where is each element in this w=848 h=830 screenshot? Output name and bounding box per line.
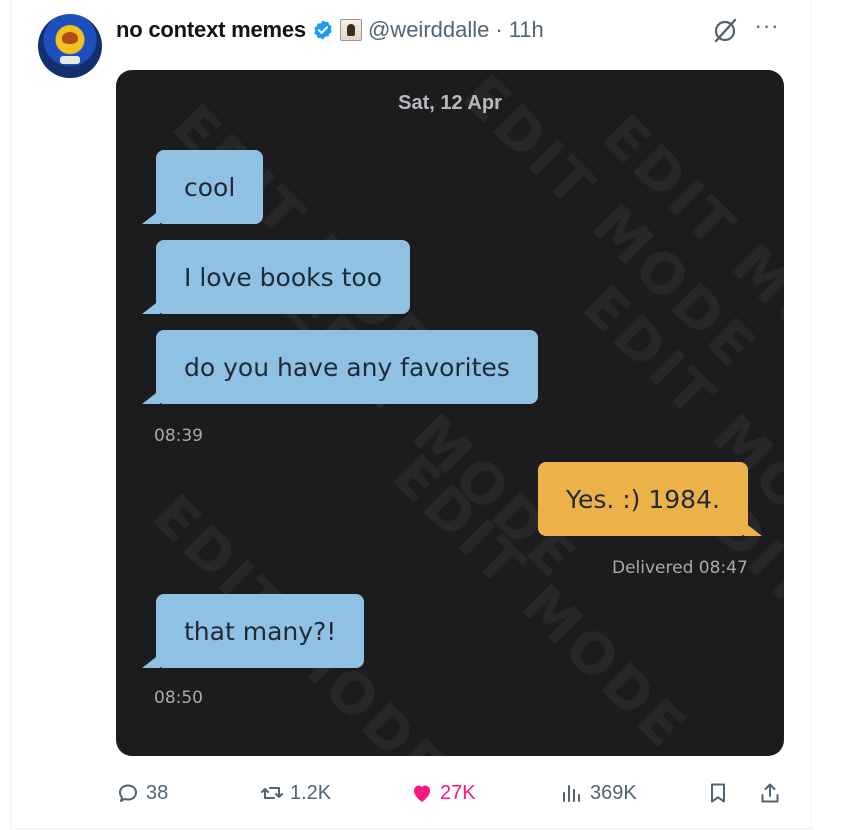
repost-button[interactable]: 1.2K bbox=[260, 776, 331, 810]
bubble-tail bbox=[744, 522, 762, 536]
message-text: I love books too bbox=[184, 262, 382, 292]
author-handle[interactable]: @weirddalle bbox=[368, 17, 489, 43]
bookmark-button[interactable] bbox=[706, 776, 730, 810]
bubble-tail bbox=[142, 210, 160, 224]
message-bubble-outgoing: Yes. :) 1984. bbox=[538, 462, 748, 536]
bubble-tail bbox=[142, 390, 160, 404]
reply-icon bbox=[119, 784, 137, 802]
message-bubble-incoming: do you have any favorites bbox=[156, 330, 538, 404]
verified-badge-icon bbox=[314, 20, 332, 40]
message-bubble-incoming: I love books too bbox=[156, 240, 410, 314]
heart-icon bbox=[414, 785, 430, 802]
view-count: 369K bbox=[590, 781, 637, 804]
reply-count: 38 bbox=[146, 781, 169, 804]
message-bubble-incoming: that many?! bbox=[156, 594, 365, 668]
media-image[interactable]: EDIT MODE EDIT MODE EDIT MODE EDIT MODE … bbox=[116, 70, 784, 756]
author-avatar[interactable] bbox=[38, 14, 102, 78]
reply-button[interactable]: 38 bbox=[116, 776, 168, 810]
action-bar: 38 1.2K 27K 369K bbox=[116, 776, 784, 810]
chat-date-header: Sat, 12 Apr bbox=[398, 92, 502, 114]
message-text: that many?! bbox=[184, 616, 337, 646]
delivered-status: Delivered 08:47 bbox=[612, 558, 748, 578]
message-text: Yes. :) 1984. bbox=[566, 484, 720, 514]
message-timestamp: 08:50 bbox=[154, 688, 203, 708]
message-timestamp: 08:39 bbox=[154, 426, 203, 446]
author-name[interactable]: no context memes bbox=[116, 17, 306, 43]
bubble-tail bbox=[142, 654, 160, 668]
like-count: 27K bbox=[440, 781, 476, 804]
repost-count: 1.2K bbox=[290, 781, 332, 804]
avatar-face bbox=[62, 32, 78, 44]
message-bubble-incoming: cool bbox=[156, 150, 264, 224]
header-separator: · bbox=[495, 17, 503, 42]
avatar-belt bbox=[60, 56, 80, 64]
more-icon[interactable]: ··· bbox=[752, 14, 782, 44]
message-text: do you have any favorites bbox=[184, 352, 510, 382]
views-button[interactable]: 369K bbox=[560, 776, 637, 810]
views-chart-icon bbox=[563, 785, 580, 802]
bubble-tail bbox=[142, 300, 160, 314]
like-button[interactable]: 27K bbox=[410, 776, 476, 810]
affiliate-avatar-icon[interactable] bbox=[339, 19, 362, 41]
bookmark-icon bbox=[711, 783, 725, 803]
share-button[interactable] bbox=[758, 776, 782, 810]
share-icon bbox=[761, 783, 779, 803]
grok-icon[interactable] bbox=[710, 16, 740, 46]
post-time[interactable]: 11h bbox=[509, 17, 544, 43]
message-text: cool bbox=[184, 172, 236, 202]
post-header: no context memes @weirddalle · 11h bbox=[116, 14, 544, 46]
repost-icon bbox=[261, 787, 283, 799]
